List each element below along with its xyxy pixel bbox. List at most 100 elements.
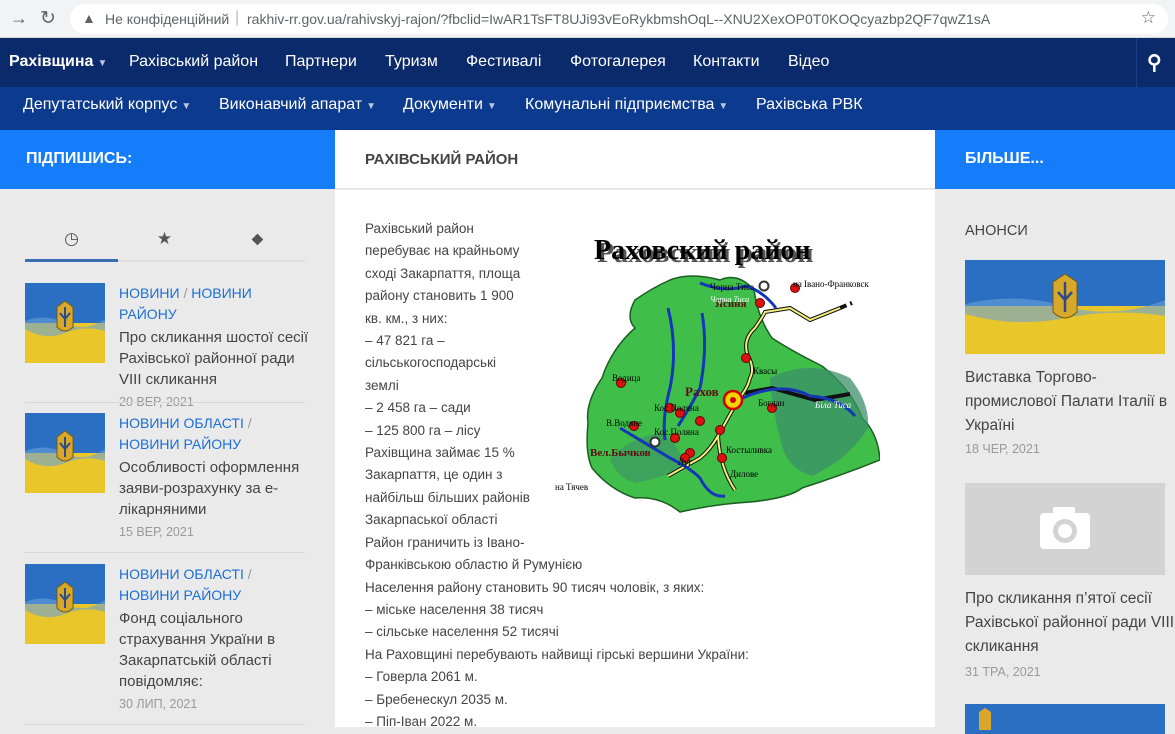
right-sidebar: АНОНСИ Виставка Торгово-промислової Пала…	[935, 189, 1175, 734]
nav-item-contacts[interactable]: Контакти	[693, 53, 760, 71]
main-content: Рахівський район перебуває на крайньому …	[335, 190, 935, 729]
nav-item-tourism[interactable]: Туризм	[385, 53, 438, 71]
nav-item-executive[interactable]: Виконавчий апарат ▼	[219, 96, 376, 114]
announcement-date: 31 ТРА, 2021	[965, 665, 1041, 679]
post-date: 15 ВЕР, 2021	[119, 525, 194, 539]
sidebar-tabs: ◷ ★ ⬥	[25, 217, 305, 262]
post-title[interactable]: Особливості оформлення заяви-розрахунку …	[119, 457, 309, 520]
announcement-thumbnail[interactable]	[965, 483, 1165, 575]
nav-item-rakhiv-district[interactable]: Рахівський район	[129, 53, 258, 71]
primary-nav: Рахівщина ▼ Рахівський район Партнери Тур…	[0, 38, 1175, 87]
more-header: БІЛЬШЕ...	[935, 130, 1175, 189]
star-icon: ★	[156, 229, 173, 248]
map-label: на Івано-Франковск	[793, 279, 870, 289]
nav-item-election-commission[interactable]: Рахівська РВК	[756, 96, 863, 114]
main-header: РАХІВСЬКИЙ РАЙОН	[335, 130, 935, 189]
tab-tags[interactable]: ⬥	[211, 217, 304, 262]
nav-label: Документи	[403, 96, 483, 113]
search-icon: ⚲	[1147, 52, 1162, 74]
map-label: Луг	[678, 457, 692, 467]
chevron-down-icon: ▼	[366, 101, 376, 112]
category-link[interactable]: НОВИНИ РАЙОНУ	[119, 587, 241, 603]
article-line: – Бребенескул 2035 м.	[365, 691, 508, 707]
nav-item-utilities[interactable]: Комунальні підприємства ▼	[525, 96, 728, 114]
nav-item-documents[interactable]: Документи ▼	[403, 96, 497, 114]
divider	[25, 552, 305, 553]
map-label: Біла Тиса	[814, 400, 852, 410]
map-label: Вел.Бычков	[590, 447, 651, 459]
post-categories: НОВИНИ ОБЛАСТІ / НОВИНИ РАЙОНУ	[119, 415, 252, 452]
nav-item-partners[interactable]: Партнери	[285, 53, 357, 71]
more-title: БІЛЬШЕ...	[965, 150, 1044, 167]
article-line: – сільське населення 52 тисячі	[365, 624, 559, 640]
announcement-thumbnail[interactable]	[965, 704, 1165, 734]
map-label: Водица	[612, 373, 640, 383]
post-thumbnail[interactable]	[25, 413, 105, 493]
announcement-thumbnail[interactable]	[965, 260, 1165, 354]
clock-icon: ◷	[64, 229, 79, 248]
map-label: Чорна Тиса	[710, 295, 749, 304]
map-label: Дилове	[730, 469, 758, 479]
post-title[interactable]: Фонд соціального страхування України в З…	[119, 608, 309, 692]
category-link[interactable]: НОВИНИ	[119, 285, 180, 301]
post-categories: НОВИНИ / НОВИНИ РАЙОНУ	[119, 285, 252, 322]
post-thumbnail[interactable]	[25, 283, 105, 363]
nav-item-photogallery[interactable]: Фотогалерея	[570, 53, 666, 71]
insecure-label[interactable]: Не конфіденційний	[105, 11, 229, 27]
chevron-down-icon: ▼	[181, 101, 192, 112]
omnibox-separator: |	[235, 9, 240, 26]
map-title: Раховский район	[594, 235, 810, 266]
tab-recent[interactable]: ◷	[25, 217, 118, 262]
nav-item-video[interactable]: Відео	[788, 53, 829, 71]
search-button[interactable]: ⚲	[1136, 38, 1175, 87]
post-date: 30 ЛИП, 2021	[119, 697, 198, 711]
category-link[interactable]: НОВИНИ РАЙОНУ	[119, 436, 241, 452]
map-label: Квасы	[753, 366, 777, 376]
article-line: Населення району становить 90 тисяч чоло…	[365, 579, 705, 595]
divider	[25, 402, 305, 403]
reload-icon[interactable]: ↻	[40, 7, 56, 30]
category-link[interactable]: НОВИНИ ОБЛАСТІ	[119, 415, 244, 431]
left-sidebar: ◷ ★ ⬥ НОВИНИ / НОВИНИ РАЙОНУ Про скликан…	[0, 189, 335, 727]
nav-label: Виконавчий апарат	[219, 96, 363, 113]
article-line: На Раховщині перебувають найвищі гірські…	[365, 646, 749, 662]
post-thumbnail[interactable]	[25, 564, 105, 644]
page-title: РАХІВСЬКИЙ РАЙОН	[365, 151, 519, 168]
chevron-down-icon: ▼	[97, 58, 108, 69]
article-line: – міське населення 38 тисяч	[365, 601, 544, 617]
article-line: – Говерла 2061 м.	[365, 669, 478, 685]
nav-item-deputies[interactable]: Депутатський корпус ▼	[23, 96, 191, 114]
back-arrow-icon[interactable]: →	[10, 8, 28, 29]
nav-item-festivals[interactable]: Фестивалі	[466, 53, 541, 71]
district-map: Раховский район Раховский район Чорна Ти…	[550, 228, 881, 528]
url-text[interactable]: rakhiv-rr.gov.ua/rahivskyj-rajon/?fbclid…	[247, 11, 990, 27]
announcement-title[interactable]: Виставка Торгово-промислової Палати Італ…	[965, 366, 1175, 438]
tags-icon: ⬥	[251, 229, 264, 248]
chevron-down-icon: ▼	[486, 101, 497, 112]
announcement-date: 18 ЧЕР, 2021	[965, 442, 1040, 456]
map-label: Кос.Поляна	[654, 427, 699, 437]
nav-label: Депутатський корпус	[23, 96, 178, 113]
bookmark-star-icon[interactable]: ☆	[1141, 8, 1156, 28]
tab-popular[interactable]: ★	[118, 217, 211, 262]
warning-icon[interactable]: ▲	[82, 10, 96, 26]
nav-label: Комунальні підприємства	[525, 96, 715, 113]
map-label: Богдан	[758, 398, 784, 408]
subscribe-header: ПІДПИШИСЬ:	[0, 130, 335, 189]
subscribe-title: ПІДПИШИСЬ:	[26, 150, 133, 167]
map-label: Кос.Поляна	[654, 403, 699, 413]
nav-label: Рахівщина	[9, 53, 94, 70]
post-title[interactable]: Про скликання шостої сесії Рахівської ра…	[119, 327, 309, 390]
address-bar[interactable]: ▲ Не конфіденційний | rakhiv-rr.gov.ua/r…	[70, 4, 1168, 34]
nav-item-rakhivshchyna[interactable]: Рахівщина ▼	[9, 53, 107, 71]
map-label: Чорна Тиса	[710, 282, 754, 292]
article-line: Район граничить із Івано-	[365, 534, 525, 550]
map-label: Рахов	[685, 384, 719, 399]
article-line: Франківською областю й Румунією	[365, 557, 583, 573]
announcement-title[interactable]: Про скликання п’ятої сесії Рахівської ра…	[965, 587, 1175, 659]
map-label: В.Водяне	[606, 418, 642, 428]
category-link[interactable]: НОВИНИ ОБЛАСТІ	[119, 566, 244, 582]
secondary-nav: Депутатський корпус ▼ Виконавчий апарат ▼ …	[0, 87, 1175, 130]
chevron-down-icon: ▼	[718, 101, 729, 112]
post-categories: НОВИНИ ОБЛАСТІ / НОВИНИ РАЙОНУ	[119, 566, 252, 603]
